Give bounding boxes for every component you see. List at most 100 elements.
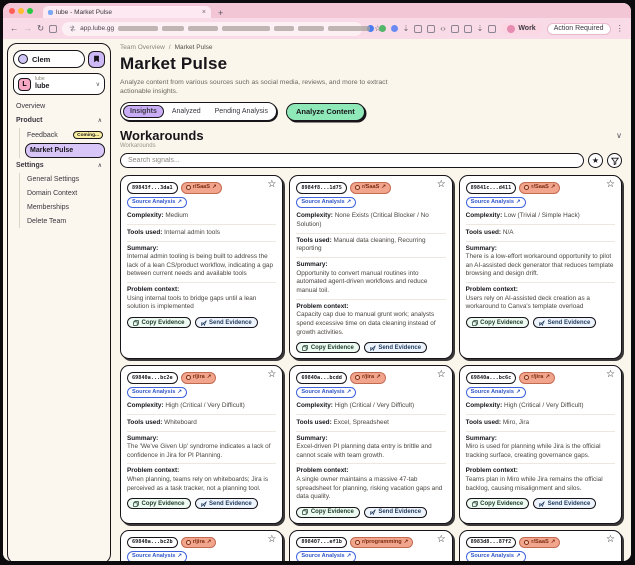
favorite-star-icon[interactable]: ☆ [267, 535, 276, 545]
sidebar-section-product[interactable]: Product ∧ [13, 114, 105, 127]
collapse-chevron-icon[interactable]: ∨ [616, 131, 622, 140]
section-subtitle: Workarounds [120, 143, 622, 149]
card-id-badge: 89843f...3da1 [127, 182, 178, 193]
download-tray-icon[interactable]: ⇣ [477, 24, 484, 33]
filter-button[interactable] [607, 153, 622, 168]
new-tab-button[interactable]: + [211, 8, 230, 18]
url-redacted [118, 26, 158, 31]
send-evidence-label: Send Evidence [548, 501, 591, 507]
favorite-star-icon[interactable]: ☆ [606, 535, 615, 545]
source-analysis-badge[interactable]: Source Analysis ↗ [296, 197, 356, 208]
sidebar-item-overview[interactable]: Overview [13, 100, 105, 113]
send-evidence-button[interactable]: Send Evidence [364, 342, 427, 353]
extension-icon[interactable] [414, 25, 422, 33]
favorite-star-icon[interactable]: ☆ [437, 180, 446, 190]
breadcrumb-root[interactable]: Team Overview [120, 44, 165, 51]
source-analysis-badge[interactable]: Source Analysis ↗ [296, 551, 356, 561]
reload-button[interactable]: ↻ [37, 24, 44, 33]
sidebar-toggle-icon[interactable] [49, 25, 57, 33]
zoom-window-button[interactable] [27, 8, 33, 14]
tools-label: Tools used: [127, 419, 162, 426]
favorite-star-icon[interactable]: ☆ [606, 180, 615, 190]
external-link-icon: ↗ [516, 389, 521, 396]
favorite-star-icon[interactable]: ☆ [267, 370, 276, 380]
subreddit-badge[interactable]: r/SaaS ↗ [519, 182, 560, 193]
sidebar-item-domain-context[interactable]: Domain Context [25, 187, 105, 200]
external-link-icon: ↗ [347, 199, 352, 206]
send-evidence-button[interactable]: Send Evidence [533, 498, 596, 509]
problem-label: Problem context: [127, 467, 276, 476]
close-window-button[interactable] [9, 8, 15, 14]
extension-icon[interactable] [379, 25, 386, 32]
chevron-up-icon: ∧ [98, 117, 102, 124]
copy-evidence-button[interactable]: Copy Evidence [127, 317, 191, 328]
subreddit-badge[interactable]: r/SaaS ↗ [519, 537, 560, 548]
sidebar-section-settings[interactable]: Settings ∧ [13, 159, 105, 172]
favorite-star-icon[interactable]: ☆ [437, 370, 446, 380]
extension-icon[interactable] [427, 25, 435, 33]
favorite-star-icon[interactable]: ☆ [437, 535, 446, 545]
extension-icon[interactable] [464, 25, 472, 33]
back-button[interactable]: ← [10, 24, 19, 33]
favorite-star-icon[interactable]: ☆ [606, 370, 615, 380]
profile-chip[interactable]: Work [501, 23, 541, 34]
subreddit-badge[interactable]: r/jira ↗ [181, 537, 217, 548]
source-analysis-badge[interactable]: Source Analysis ↗ [296, 387, 356, 398]
minimize-window-button[interactable] [18, 8, 24, 14]
search-input[interactable] [128, 157, 576, 164]
extension-icon[interactable] [391, 25, 398, 32]
side-panel-icon[interactable] [488, 25, 496, 33]
card-id-badge: 69840a...bc2e [127, 372, 178, 383]
user-pill[interactable]: Clem [13, 50, 85, 68]
kebab-menu-icon[interactable]: ⋮ [616, 23, 625, 34]
send-evidence-button[interactable]: Send Evidence [195, 498, 258, 509]
subreddit-badge[interactable]: r/jira ↗ [181, 372, 217, 383]
sidebar-item-feedback[interactable]: Feedback Coming... [25, 128, 105, 142]
sidebar-item-market-pulse[interactable]: Market Pulse [25, 143, 105, 158]
copy-evidence-button[interactable]: Copy Evidence [127, 498, 191, 509]
tab-insights[interactable]: Insights [123, 105, 164, 118]
sidebar-item-memberships[interactable]: Memberships [25, 201, 105, 214]
downloads-icon[interactable]: ⇣ [403, 24, 410, 33]
team-selector[interactable]: L lube lube ∨ [13, 73, 105, 95]
copy-evidence-button[interactable]: Copy Evidence [296, 507, 360, 518]
subreddit-badge[interactable]: r/programming ↗ [350, 537, 413, 548]
profile-avatar [507, 25, 515, 33]
source-analysis-badge[interactable]: Source Analysis ↗ [466, 387, 526, 398]
source-analysis-badge[interactable]: Source Analysis ↗ [466, 551, 526, 561]
source-analysis-badge[interactable]: Source Analysis ↗ [127, 197, 187, 208]
subreddit-badge[interactable]: r/SaaS ↗ [350, 182, 391, 193]
source-analysis-badge[interactable]: Source Analysis ↗ [127, 387, 187, 398]
url-redacted [188, 26, 218, 31]
subreddit-badge[interactable]: r/SaaS ↗ [181, 182, 222, 193]
tab-close-icon[interactable]: × [202, 9, 206, 16]
action-required-button[interactable]: Action Required [547, 23, 611, 35]
forward-button[interactable]: → [24, 24, 33, 33]
subreddit-badge[interactable]: r/jira ↗ [519, 372, 555, 383]
favorite-star-icon[interactable]: ☆ [267, 180, 276, 190]
pin-sidebar-button[interactable] [88, 51, 105, 68]
analyze-content-button[interactable]: Analyze Content [286, 103, 365, 121]
external-link-icon: ↗ [545, 374, 550, 381]
subreddit-badge[interactable]: r/jira ↗ [350, 372, 386, 383]
favorites-star-button[interactable]: ★ [588, 153, 603, 168]
url-bar[interactable]: app.lube.gg ☆ [62, 22, 361, 36]
devtools-icon[interactable]: ‹› [440, 24, 445, 33]
complexity-value: High (Critical / Very Difficult) [335, 402, 414, 409]
source-analysis-badge[interactable]: Source Analysis ↗ [127, 551, 187, 561]
tab-pending-analysis[interactable]: Pending Analysis [209, 106, 274, 117]
send-evidence-button[interactable]: Send Evidence [195, 317, 258, 328]
complexity-row: Complexity: Medium [127, 212, 276, 221]
tab-analyzed[interactable]: Analyzed [166, 106, 207, 117]
sidebar-item-general-settings[interactable]: General Settings [25, 173, 105, 186]
copy-evidence-button[interactable]: Copy Evidence [466, 317, 530, 328]
source-analysis-badge[interactable]: Source Analysis ↗ [466, 197, 526, 208]
copy-evidence-button[interactable]: Copy Evidence [466, 498, 530, 509]
sidebar-item-delete-team[interactable]: Delete Team [25, 215, 105, 228]
copy-evidence-button[interactable]: Copy Evidence [296, 342, 360, 353]
send-evidence-button[interactable]: Send Evidence [364, 507, 427, 518]
browser-tab[interactable]: lube - Market Pulse × [43, 6, 211, 18]
send-evidence-button[interactable]: Send Evidence [533, 317, 596, 328]
source-analysis-label: Source Analysis [471, 553, 514, 560]
extension-icon[interactable] [451, 25, 459, 33]
